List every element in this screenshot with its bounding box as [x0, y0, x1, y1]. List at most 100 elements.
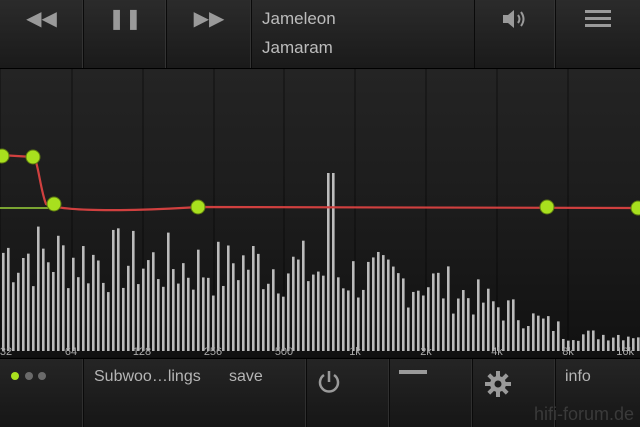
spectrum-bar — [47, 262, 50, 351]
preset-name-button[interactable]: Subwoo…lings — [94, 368, 201, 386]
spectrum-bar — [342, 288, 345, 351]
eq-node-handle[interactable] — [0, 148, 10, 164]
spectrum-bar — [542, 318, 545, 351]
spectrum-bar — [417, 290, 420, 351]
spectrum-bar — [287, 273, 290, 351]
spectrum-bar — [117, 228, 120, 351]
spectrum-bar — [202, 277, 205, 351]
spectrum-bar — [557, 321, 560, 351]
spectrum-bar — [467, 298, 470, 351]
bottom-toolbar: Subwoo…lings save info hifi-forum.de — [0, 358, 640, 427]
spectrum-bar — [237, 280, 240, 351]
equalizer-graph[interactable]: 32 64 128 256 500 1k 2k 4k 8k 16k — [0, 69, 640, 358]
eq-node-handle[interactable] — [25, 149, 41, 165]
spectrum-bar — [407, 307, 410, 351]
spectrum-bar — [537, 315, 540, 351]
spectrum-bar — [162, 286, 165, 351]
equalizer-panel[interactable]: 32 64 128 256 500 1k 2k 4k 8k 16k — [0, 69, 640, 358]
spectrum-bar — [332, 173, 335, 351]
spectrum-bar — [427, 287, 430, 351]
spectrum-bar — [367, 261, 370, 351]
spectrum-bar — [232, 263, 235, 351]
spectrum-bar — [462, 290, 465, 351]
rewind-button[interactable]: ◀◀ — [0, 0, 84, 68]
save-button[interactable]: save — [229, 368, 263, 386]
spectrum-bar — [482, 302, 485, 351]
spectrum-bar — [577, 340, 580, 351]
frequency-label: 64 — [65, 346, 77, 357]
spectrum-bar — [447, 266, 450, 351]
spectrum-bar — [477, 279, 480, 351]
frequency-label: 1k — [349, 346, 361, 357]
spectrum-bar — [437, 272, 440, 351]
spectrum-bar — [67, 288, 70, 351]
spectrum-bar — [607, 340, 610, 351]
spectrum-bar — [312, 274, 315, 351]
eq-node-handle[interactable] — [46, 196, 62, 212]
spectrum-bar — [17, 272, 20, 351]
spectrum-bar — [152, 252, 155, 351]
spectrum-bar — [12, 282, 15, 351]
eq-node-handle[interactable] — [630, 200, 640, 216]
power-icon — [318, 371, 340, 393]
spectrum-bar — [132, 230, 135, 351]
pause-button[interactable]: ❚❚ — [84, 0, 167, 68]
spectrum-bar — [472, 314, 475, 351]
spectrum-bar — [387, 259, 390, 351]
page-dot-active — [11, 372, 19, 380]
spectrum-bar — [157, 279, 160, 351]
spectrum-bar — [457, 298, 460, 351]
spectrum-bar — [357, 297, 360, 351]
spectrum-bar — [97, 260, 100, 351]
pause-icon: ❚❚ — [108, 6, 142, 30]
volume-button[interactable] — [475, 0, 556, 68]
eq-node-handle[interactable] — [190, 199, 206, 215]
spectrum-bar — [592, 330, 595, 351]
spectrum-bar — [292, 256, 295, 351]
now-playing[interactable]: Jameleon Jamaram — [252, 0, 475, 68]
page-indicator[interactable] — [0, 359, 84, 427]
spectrum-bar — [487, 288, 490, 351]
gear-icon — [485, 371, 511, 397]
spectrum-bar — [227, 245, 230, 351]
top-toolbar: ◀◀ ❚❚ ▶▶ Jameleon Jamaram — [0, 0, 640, 69]
power-button[interactable] — [307, 359, 390, 427]
spectrum-bar — [272, 269, 275, 351]
spectrum-bar — [452, 313, 455, 351]
spectrum-bar — [612, 337, 615, 351]
spectrum-bar — [297, 259, 300, 351]
spectrum-bar — [327, 173, 330, 351]
remove-button[interactable] — [390, 359, 473, 427]
spectrum-bar — [52, 271, 55, 351]
preset-area: Subwoo…lings save — [84, 359, 307, 427]
spectrum-bar — [142, 268, 145, 351]
fast-forward-button[interactable]: ▶▶ — [167, 0, 252, 68]
eq-node-handle[interactable] — [539, 199, 555, 215]
spectrum-bar — [362, 289, 365, 351]
spectrum-bar — [242, 255, 245, 351]
menu-icon — [585, 10, 611, 27]
spectrum-bar — [397, 273, 400, 351]
spectrum-bar — [317, 271, 320, 351]
spectrum-bar — [377, 251, 380, 351]
spectrum-bar — [597, 339, 600, 351]
spectrum-bar — [532, 313, 535, 351]
spectrum-bar — [517, 320, 520, 351]
frequency-label: 32 — [0, 346, 12, 357]
spectrum-bar — [637, 337, 640, 351]
spectrum-bar — [27, 253, 30, 351]
frequency-label: 128 — [133, 346, 151, 357]
spectrum-bar — [547, 316, 550, 351]
spectrum-bar — [127, 265, 130, 351]
spectrum-bar — [257, 253, 260, 351]
spectrum-bar — [107, 292, 110, 351]
spectrum-bar — [302, 240, 305, 351]
menu-button[interactable] — [556, 0, 640, 68]
spectrum-bar — [177, 283, 180, 351]
spectrum-bar — [347, 290, 350, 351]
frequency-label: 2k — [420, 346, 432, 357]
watermark: hifi-forum.de — [533, 404, 634, 424]
frequency-label: 4k — [491, 346, 503, 357]
spectrum-bar — [42, 248, 45, 351]
spectrum-bar — [507, 300, 510, 351]
